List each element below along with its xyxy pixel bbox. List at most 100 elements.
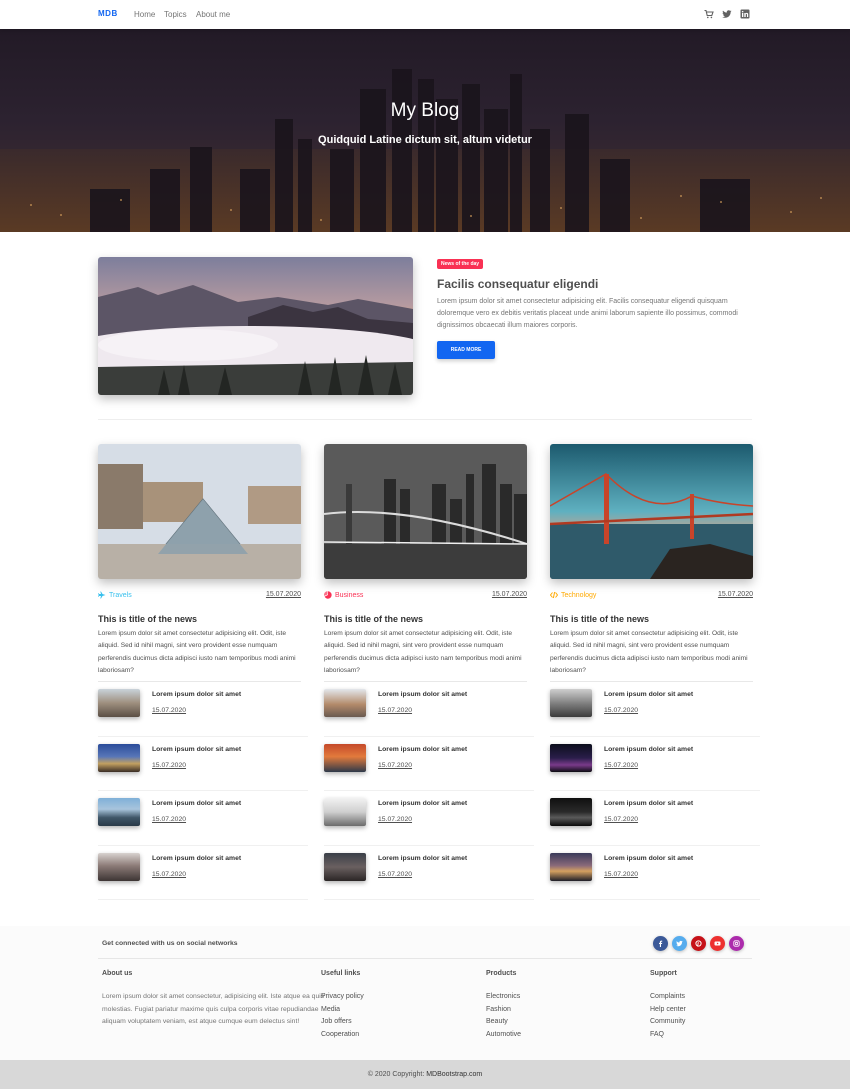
footer-link-media[interactable]: Media [321,1004,364,1017]
list-item-date[interactable]: 15.07.2020 [604,707,638,714]
list-item-title[interactable]: Lorem ipsum dolor sit amet [378,800,467,807]
news-text: Lorem ipsum dolor sit amet consectetur a… [550,630,748,674]
thumbnail-image[interactable] [324,852,366,881]
list-item-title[interactable]: Lorem ipsum dolor sit amet [378,855,467,862]
list-item-date[interactable]: 15.07.2020 [152,762,186,769]
news-date[interactable]: 15.07.2020 [718,591,753,598]
list-item-title[interactable]: Lorem ipsum dolor sit amet [604,855,693,862]
list-item-title[interactable]: Lorem ipsum dolor sit amet [152,855,241,862]
list-item-date[interactable]: 15.07.2020 [378,762,412,769]
list-item-date[interactable]: 15.07.2020 [378,816,412,823]
list-item[interactable]: Lorem ipsum dolor sit amet 15.07.2020 [550,791,760,846]
news-column-travels: Travels 15.07.2020 This is title of the … [98,444,308,901]
thumbnail-image[interactable] [324,743,366,772]
list-item-title[interactable]: Lorem ipsum dolor sit amet [378,746,467,753]
footer-link-jobs[interactable]: Job offers [321,1016,364,1029]
featured-title[interactable]: Facilis consequatur eligendi [437,277,598,291]
list-item[interactable]: Lorem ipsum dolor sit amet 15.07.2020 [98,682,308,737]
footer-support: Support Complaints Help center Community… [650,970,686,1042]
useful-links-heading: Useful links [321,970,361,977]
list-item[interactable]: Lorem ipsum dolor sit amet 15.07.2020 [324,791,534,846]
brand-logo[interactable]: MDB [98,9,118,18]
footer-link-help-center[interactable]: Help center [650,1004,686,1017]
pinterest-icon[interactable] [691,936,706,951]
list-item-date[interactable]: 15.07.2020 [152,707,186,714]
list-item[interactable]: Lorem ipsum dolor sit amet 15.07.2020 [324,846,534,901]
featured-image[interactable] [98,257,413,395]
cart-icon[interactable] [704,9,714,19]
list-item-title[interactable]: Lorem ipsum dolor sit amet [378,691,467,698]
list-item-title[interactable]: Lorem ipsum dolor sit amet [604,746,693,753]
category-travels[interactable]: Travels [98,591,132,599]
twitter-icon[interactable] [672,936,687,951]
thumbnail-image[interactable] [324,798,366,827]
copyright-bar: © 2020 Copyright: MDBootstrap.com [0,1060,850,1089]
news-title[interactable]: This is title of the news [98,614,301,624]
footer-link-cooperation[interactable]: Cooperation [321,1029,364,1042]
list-item-date[interactable]: 15.07.2020 [604,871,638,878]
news-title[interactable]: This is title of the news [550,614,753,624]
footer-link-beauty[interactable]: Beauty [486,1016,521,1029]
news-column-technology: Technology 15.07.2020 This is title of t… [550,444,760,901]
footer-link-fashion[interactable]: Fashion [486,1004,521,1017]
list-item-date[interactable]: 15.07.2020 [152,871,186,878]
news-image-bridge-night[interactable] [324,444,527,579]
list-item-title[interactable]: Lorem ipsum dolor sit amet [152,746,241,753]
hero-subtitle: Quidquid Latine dictum sit, altum videtu… [318,134,532,146]
thumbnail-image[interactable] [98,798,140,827]
facebook-icon[interactable] [653,936,668,951]
footer-link-faq[interactable]: FAQ [650,1029,686,1042]
instagram-icon[interactable] [729,936,744,951]
twitter-icon[interactable] [722,9,732,19]
section-divider [98,419,752,420]
list-item[interactable]: Lorem ipsum dolor sit amet 15.07.2020 [324,737,534,792]
list-item[interactable]: Lorem ipsum dolor sit amet 15.07.2020 [550,737,760,792]
category-label: Business [335,591,364,599]
list-item-title[interactable]: Lorem ipsum dolor sit amet [152,691,241,698]
list-item[interactable]: Lorem ipsum dolor sit amet 15.07.2020 [324,682,534,737]
list-item-date[interactable]: 15.07.2020 [604,816,638,823]
footer-link-community[interactable]: Community [650,1016,686,1029]
footer: Get connected with us on social networks… [0,926,850,1060]
footer-link-complaints[interactable]: Complaints [650,991,686,1004]
list-item-date[interactable]: 15.07.2020 [152,816,186,823]
category-technology[interactable]: Technology [550,591,596,599]
thumbnail-image[interactable] [550,743,592,772]
news-date[interactable]: 15.07.2020 [266,591,301,598]
news-date[interactable]: 15.07.2020 [492,591,527,598]
nav-link-about[interactable]: About me [196,10,230,19]
thumbnail-image[interactable] [550,798,592,827]
list-item[interactable]: Lorem ipsum dolor sit amet 15.07.2020 [550,682,760,737]
copyright-link[interactable]: MDBootstrap.com [426,1071,482,1078]
thumbnail-image[interactable] [550,852,592,881]
list-item-title[interactable]: Lorem ipsum dolor sit amet [604,691,693,698]
thumbnail-image[interactable] [98,743,140,772]
thumbnail-image[interactable] [324,689,366,718]
news-title[interactable]: This is title of the news [324,614,527,624]
list-item[interactable]: Lorem ipsum dolor sit amet 15.07.2020 [98,737,308,792]
category-business[interactable]: Business [324,591,363,599]
list-item-title[interactable]: Lorem ipsum dolor sit amet [604,800,693,807]
list-item-date[interactable]: 15.07.2020 [378,707,412,714]
list-item[interactable]: Lorem ipsum dolor sit amet 15.07.2020 [98,846,308,901]
list-item[interactable]: Lorem ipsum dolor sit amet 15.07.2020 [98,791,308,846]
list-item-date[interactable]: 15.07.2020 [378,871,412,878]
thumbnail-image[interactable] [98,689,140,718]
thumbnail-image[interactable] [550,689,592,718]
list-item[interactable]: Lorem ipsum dolor sit amet 15.07.2020 [550,846,760,901]
footer-link-automotive[interactable]: Automotive [486,1029,521,1042]
footer-divider [98,958,752,959]
read-more-button[interactable]: READ MORE [437,341,495,359]
list-item-date[interactable]: 15.07.2020 [604,762,638,769]
footer-link-electronics[interactable]: Electronics [486,991,521,1004]
nav-link-home[interactable]: Home [134,10,155,19]
list-item-title[interactable]: Lorem ipsum dolor sit amet [152,800,241,807]
nav-link-topics[interactable]: Topics [164,10,187,19]
footer-link-privacy[interactable]: Privacy policy [321,991,364,1004]
news-image-golden-gate[interactable] [550,444,753,579]
linkedin-icon[interactable] [740,9,750,19]
thumbnail-image[interactable] [98,852,140,881]
youtube-icon[interactable] [710,936,725,951]
footer-products: Products Electronics Fashion Beauty Auto… [486,970,521,1042]
news-image-louvre[interactable] [98,444,301,579]
